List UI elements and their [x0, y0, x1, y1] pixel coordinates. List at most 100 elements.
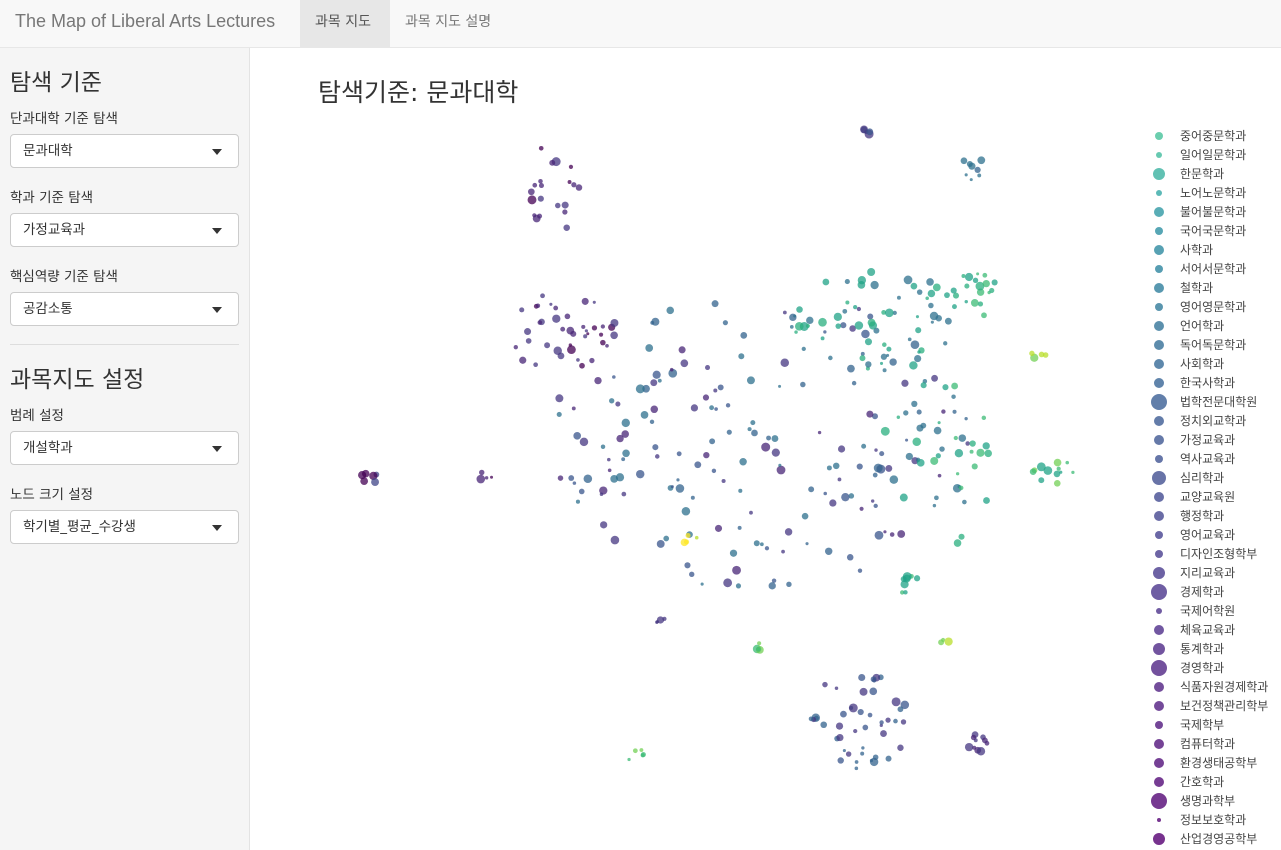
course-node[interactable] [702, 394, 710, 401]
course-node[interactable] [964, 416, 968, 421]
course-node[interactable] [680, 538, 689, 547]
course-node[interactable] [676, 451, 682, 457]
course-node[interactable] [882, 342, 887, 347]
course-node[interactable] [564, 313, 571, 320]
course-node[interactable] [600, 444, 606, 449]
course-node[interactable] [984, 449, 992, 458]
course-node[interactable] [1071, 470, 1075, 474]
course-node[interactable] [583, 474, 593, 484]
course-node[interactable] [784, 528, 793, 536]
course-node[interactable] [873, 463, 883, 473]
course-node[interactable] [944, 317, 952, 325]
course-node[interactable] [553, 305, 559, 311]
course-node[interactable] [829, 499, 837, 507]
course-node[interactable] [655, 454, 660, 459]
course-node[interactable] [729, 549, 738, 557]
course-node[interactable] [680, 359, 689, 368]
course-node[interactable] [598, 332, 604, 337]
course-node[interactable] [885, 464, 893, 472]
course-node[interactable] [976, 448, 985, 457]
course-node[interactable] [732, 565, 741, 575]
course-node[interactable] [896, 295, 901, 300]
course-node[interactable] [669, 367, 674, 372]
course-node[interactable] [490, 475, 494, 479]
course-node[interactable] [891, 697, 901, 707]
course-node[interactable] [561, 201, 569, 209]
course-node[interactable] [903, 590, 908, 595]
course-node[interactable] [896, 415, 901, 419]
course-node[interactable] [721, 478, 726, 484]
course-node[interactable] [1038, 351, 1045, 358]
course-node[interactable] [935, 315, 942, 322]
course-node[interactable] [930, 456, 939, 465]
course-node[interactable] [899, 493, 908, 502]
course-node[interactable] [960, 157, 968, 165]
course-node[interactable] [989, 287, 995, 294]
course-node[interactable] [837, 445, 846, 453]
course-node[interactable] [538, 178, 543, 184]
course-node[interactable] [880, 730, 887, 737]
course-node[interactable] [953, 435, 958, 441]
course-node[interactable] [640, 751, 646, 758]
course-node[interactable] [982, 279, 990, 288]
legend-item[interactable]: 체육교육과 [1154, 623, 1235, 637]
course-node[interactable] [771, 448, 780, 457]
course-node[interactable] [861, 443, 867, 449]
legend-item[interactable]: 국어국문학과 [1155, 224, 1246, 238]
course-node[interactable] [901, 379, 909, 387]
course-node[interactable] [844, 279, 850, 285]
course-node[interactable] [589, 357, 595, 364]
course-node[interactable] [932, 283, 941, 292]
course-node[interactable] [556, 411, 562, 417]
course-node[interactable] [864, 338, 873, 346]
course-node[interactable] [859, 355, 866, 362]
course-node[interactable] [563, 224, 570, 231]
course-node[interactable] [538, 145, 544, 151]
course-node[interactable] [822, 278, 830, 286]
course-node[interactable] [858, 673, 866, 682]
course-node[interactable] [610, 318, 619, 327]
course-node[interactable] [837, 757, 844, 764]
course-node[interactable] [854, 760, 859, 764]
course-node[interactable] [568, 164, 574, 169]
course-node[interactable] [883, 530, 887, 534]
legend-item[interactable]: 사학과 [1154, 243, 1213, 257]
course-node[interactable] [666, 306, 674, 315]
course-node[interactable] [931, 374, 938, 382]
course-node[interactable] [910, 282, 918, 290]
course-node[interactable] [607, 457, 611, 462]
course-node[interactable] [808, 716, 814, 722]
course-node[interactable] [982, 272, 988, 278]
course-node[interactable] [820, 721, 828, 729]
course-node[interactable] [594, 376, 602, 385]
legend-item[interactable]: 정보보호학과 [1157, 813, 1246, 827]
course-node[interactable] [897, 706, 904, 713]
course-node[interactable] [853, 728, 858, 734]
course-node[interactable] [943, 341, 948, 346]
course-node[interactable] [793, 314, 797, 318]
course-node[interactable] [903, 410, 909, 416]
course-node[interactable] [527, 195, 537, 205]
course-node[interactable] [983, 497, 990, 504]
course-node[interactable] [982, 442, 990, 450]
course-node[interactable] [789, 325, 794, 329]
course-node[interactable] [909, 361, 918, 370]
course-node[interactable] [572, 481, 577, 485]
legend-item[interactable]: 디자인조형학부 [1155, 547, 1257, 561]
course-node[interactable] [738, 353, 745, 360]
course-network-plot[interactable]: 중어중문학과일어일문학과한문학과노어노문학과불어불문학과국어국문학과사학과서어서… [255, 55, 1281, 850]
course-node[interactable] [867, 267, 876, 276]
course-node[interactable] [576, 358, 580, 362]
legend-item[interactable]: 환경생태공학부 [1154, 756, 1257, 770]
course-node[interactable] [833, 312, 842, 321]
course-node[interactable] [912, 437, 922, 447]
course-node[interactable] [681, 506, 691, 516]
course-node[interactable] [870, 676, 877, 683]
course-node[interactable] [917, 350, 921, 354]
tab-course-map[interactable]: 과목 지도 [300, 0, 390, 47]
course-node[interactable] [570, 330, 577, 337]
course-node[interactable] [846, 554, 854, 561]
course-node[interactable] [640, 411, 649, 419]
course-node[interactable] [714, 524, 723, 532]
course-node[interactable] [824, 547, 833, 556]
